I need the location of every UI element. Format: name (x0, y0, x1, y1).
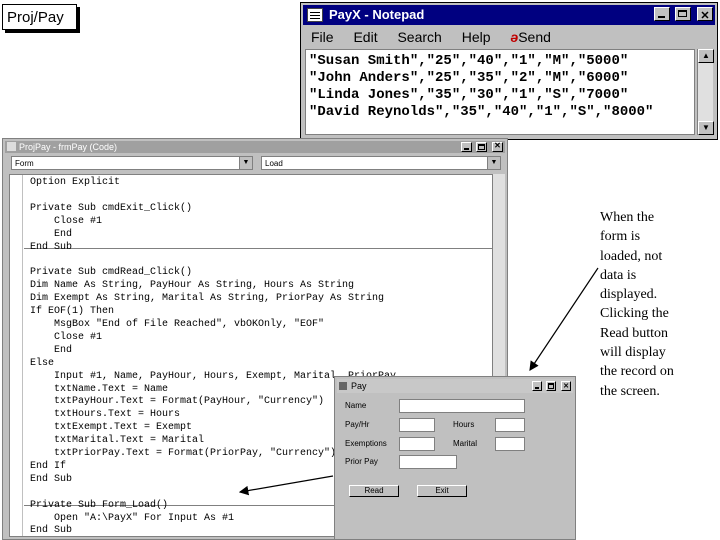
menu-help[interactable]: Help (462, 27, 491, 47)
code-line: End Sub (30, 241, 73, 253)
pay-form-titlebar[interactable]: Pay (337, 379, 573, 394)
hours-label: Hours (453, 420, 475, 429)
code-line: Private Sub cmdRead_Click() (30, 267, 193, 279)
code-window-titlebar[interactable]: ProjPay - frmPay (Code) (5, 140, 505, 153)
notepad-vertical-scrollbar[interactable]: ▲ ▼ (697, 49, 714, 135)
notepad-menubar: File Edit Search Help əSend (305, 27, 713, 47)
scroll-down-icon[interactable]: ▼ (698, 121, 714, 135)
file-line: "David Reynolds","35","40","1","S","8000… (309, 104, 654, 120)
file-line: "Linda Jones","35","30","1","S","7000" (309, 87, 629, 103)
slide-title: Proj/Pay (2, 4, 77, 30)
chevron-down-icon[interactable]: ▼ (239, 157, 252, 169)
pay-form-window: Pay Name Pay/Hr Hours Exemptions Marital… (334, 376, 576, 540)
code-line: End (30, 228, 73, 240)
name-field[interactable] (399, 399, 525, 413)
file-line: "Susan Smith","25","40","1","M","5000" (309, 53, 629, 69)
maximize-button[interactable] (675, 7, 692, 21)
notepad-text-area[interactable]: "Susan Smith","25","40","1","M","5000" "J… (305, 49, 695, 135)
menu-file[interactable]: File (311, 27, 334, 47)
exemptions-field[interactable] (399, 437, 435, 451)
pay-hr-field[interactable] (399, 418, 435, 432)
minimize-button[interactable] (460, 142, 472, 152)
pay-form-title: Pay (351, 381, 367, 391)
send-label: Send (518, 29, 551, 45)
close-button[interactable] (561, 380, 571, 394)
exit-button[interactable]: Exit (417, 485, 467, 497)
hours-field[interactable] (495, 418, 525, 432)
name-label: Name (345, 401, 367, 410)
pay-hr-label: Pay/Hr (345, 420, 370, 429)
chevron-down-icon[interactable]: ▼ (487, 157, 500, 169)
marital-field[interactable] (495, 437, 525, 451)
code-line: MsgBox "End of File Reached", vbOKOnly, … (30, 318, 325, 330)
code-line: If EOF(1) Then (30, 306, 115, 318)
code-line: Else (30, 357, 55, 369)
object-combo-value: Form (15, 159, 34, 168)
exemptions-label: Exemptions (345, 439, 387, 448)
file-line: "John Anders","25","35","2","M","6000" (309, 70, 629, 86)
minimize-button[interactable] (531, 381, 542, 391)
code-line: Close #1 (30, 215, 103, 227)
menu-send[interactable]: əSend (510, 27, 551, 47)
code-line: End (30, 344, 73, 356)
code-line: Close #1 (30, 331, 103, 343)
code-line: Dim Name As String, PayHour As String, H… (30, 280, 355, 292)
notepad-window: PayX - Notepad File Edit Search Help əSe… (300, 2, 718, 140)
code-margin (10, 175, 23, 536)
scroll-up-icon[interactable]: ▲ (698, 49, 714, 63)
minimize-button[interactable] (653, 7, 670, 21)
procedure-combo-value: Load (265, 159, 283, 168)
close-button[interactable] (697, 6, 713, 26)
notepad-icon (307, 8, 323, 22)
marital-label: Marital (453, 439, 478, 448)
code-line: Private Sub cmdExit_Click() (30, 202, 193, 214)
maximize-button[interactable] (476, 142, 488, 152)
prior-pay-label: Prior Pay (345, 457, 378, 466)
menu-search[interactable]: Search (397, 27, 441, 47)
arrow-to-form (529, 267, 599, 371)
form-icon (339, 382, 347, 390)
maximize-button[interactable] (546, 381, 557, 391)
prior-pay-field[interactable] (399, 455, 457, 469)
object-combo[interactable]: Form ▼ (11, 156, 253, 170)
code-line: Option Explicit (30, 177, 121, 188)
procedure-combo[interactable]: Load ▼ (261, 156, 501, 170)
code-window-icon (7, 142, 16, 151)
notepad-titlebar[interactable]: PayX - Notepad (303, 5, 715, 26)
code-line: Dim Exempt As String, Marital As String,… (30, 293, 385, 305)
read-button[interactable]: Read (349, 485, 399, 497)
menu-edit[interactable]: Edit (353, 27, 377, 47)
code-window-title: ProjPay - frmPay (Code) (19, 142, 118, 152)
notepad-title: PayX - Notepad (329, 7, 425, 22)
explanation-note: When the form is loaded, not data is dis… (600, 210, 674, 399)
close-button[interactable] (492, 140, 503, 152)
